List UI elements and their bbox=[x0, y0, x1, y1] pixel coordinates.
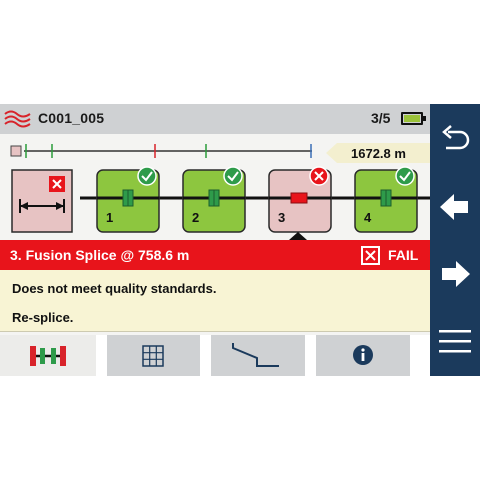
event-counter: 3/5 bbox=[371, 110, 391, 126]
undo-icon bbox=[442, 125, 470, 150]
launch-marker bbox=[10, 145, 22, 157]
battery-icon bbox=[401, 112, 426, 125]
event-number-3: 3 bbox=[278, 210, 286, 225]
trace-overview[interactable]: 1672.8 m bbox=[0, 134, 430, 166]
check-icon bbox=[223, 166, 243, 186]
menu-button[interactable] bbox=[430, 314, 480, 368]
fiber-logo-icon bbox=[4, 110, 31, 128]
total-distance: 1672.8 m bbox=[351, 146, 406, 161]
side-navigation bbox=[430, 104, 480, 376]
event-number-1: 1 bbox=[106, 210, 114, 225]
event-strip: 1 2 3 4 bbox=[0, 166, 430, 240]
tab-table[interactable] bbox=[107, 335, 200, 376]
tab-info[interactable] bbox=[316, 335, 410, 376]
close-box-icon bbox=[361, 246, 380, 265]
fail-icon bbox=[309, 166, 329, 186]
event-number-4: 4 bbox=[364, 210, 372, 225]
bottom-tabs bbox=[0, 335, 430, 376]
status-label: FAIL bbox=[388, 247, 419, 263]
tab-events[interactable] bbox=[0, 335, 96, 376]
info-icon bbox=[353, 345, 373, 365]
recommended-action: Re-splice. bbox=[12, 310, 74, 325]
arrow-right-icon bbox=[442, 261, 470, 287]
back-button[interactable] bbox=[430, 112, 480, 166]
distance-tag: 1672.8 m bbox=[326, 143, 430, 163]
menu-icon bbox=[439, 330, 471, 353]
otdr-screen: C001_005 3/5 1672.8 m 1 2 3 4 3. Fusion … bbox=[0, 104, 480, 376]
tab-trace[interactable] bbox=[211, 335, 305, 376]
check-icon bbox=[137, 166, 157, 186]
selection-pointer bbox=[289, 232, 307, 240]
next-event-button[interactable] bbox=[430, 247, 480, 301]
table-icon bbox=[142, 345, 164, 367]
launch-fail-icon bbox=[49, 176, 65, 192]
file-title: C001_005 bbox=[38, 110, 105, 126]
arrow-left-icon bbox=[440, 194, 468, 220]
event-title: 3. Fusion Splice @ 758.6 m bbox=[10, 247, 190, 263]
events-icon bbox=[30, 346, 66, 366]
event-number-2: 2 bbox=[192, 210, 200, 225]
trace-icon bbox=[232, 343, 279, 367]
diagnosis-message: Does not meet quality standards. bbox=[12, 281, 217, 296]
check-icon bbox=[395, 166, 415, 186]
previous-event-button[interactable] bbox=[430, 180, 480, 234]
result-banner: 3. Fusion Splice @ 758.6 m FAIL bbox=[0, 240, 430, 270]
diagnosis-panel: Does not meet quality standards. Re-spli… bbox=[0, 270, 430, 332]
header-bar: C001_005 3/5 bbox=[0, 104, 430, 134]
